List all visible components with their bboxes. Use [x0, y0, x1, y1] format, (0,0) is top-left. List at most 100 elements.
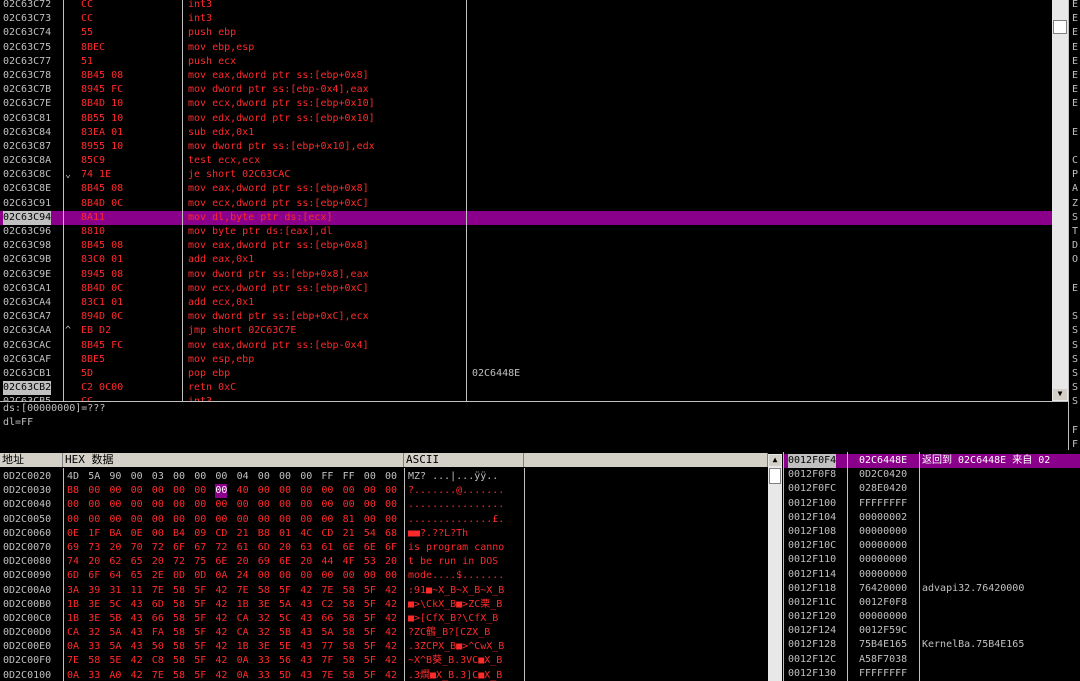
disasm-row[interactable]: 02C63C91 8B4D 0C mov ecx,dword ptr ss:[ebp…	[0, 197, 1052, 211]
hex-byte[interactable]: 00	[194, 513, 206, 527]
hex-byte[interactable]: 42	[215, 640, 227, 654]
hex-row[interactable]: 0D2C0100 0A 33 A0 42 7E 58 5F 42 0A 33 5D 43 7E 58 5F 42…	[0, 669, 524, 681]
hex-byte[interactable]: 00	[364, 498, 376, 512]
hex-byte[interactable]: 5D	[279, 669, 291, 681]
hex-byte[interactable]: 65	[131, 555, 143, 569]
hex-byte[interactable]: 3A	[67, 584, 79, 598]
hex-byte[interactable]: 00	[258, 470, 270, 484]
hex-row[interactable]: 0D2C00A0 3A 39 31 11 7E 58 5F 42 7E 58 5F 42 7E 58 5F 42…	[0, 584, 524, 598]
hex-byte[interactable]: 00	[279, 484, 291, 498]
stack-row[interactable]: 0012F104 00000002	[784, 511, 1080, 525]
hex-byte[interactable]: 00	[300, 513, 312, 527]
hex-byte[interactable]: 69	[258, 555, 270, 569]
hex-byte[interactable]: 66	[321, 612, 333, 626]
stack-row[interactable]: 0012F11C 0012F0F8	[784, 596, 1080, 610]
hex-byte[interactable]: 33	[258, 654, 270, 668]
hex-byte[interactable]: 20	[279, 541, 291, 555]
disasm-row[interactable]: 02C63CB2 C2 0C00 retn 0xC	[0, 381, 1052, 396]
hex-byte[interactable]: 00	[109, 484, 121, 498]
stack-row[interactable]: 0012F108 00000000	[784, 525, 1080, 539]
hex-byte[interactable]: 7E	[321, 669, 333, 681]
hex-byte[interactable]: 00	[152, 484, 164, 498]
hex-byte[interactable]: B8	[67, 484, 79, 498]
hex-byte[interactable]: 43	[300, 612, 312, 626]
hex-row[interactable]: 0D2C0030 B8 00 00 00 00 00 00 00 40 00 00 00 00 00 00 00…	[0, 484, 524, 499]
hex-byte[interactable]: 5A	[109, 640, 121, 654]
hex-byte[interactable]: 0A	[237, 669, 249, 681]
disasm-row[interactable]: 02C63CA1 8B4D 0C mov ecx,dword ptr ss:[ebp…	[0, 282, 1052, 296]
hex-byte[interactable]: 69	[67, 541, 79, 555]
hex-byte[interactable]: 77	[321, 640, 333, 654]
hex-scrollbar[interactable]: ▲	[768, 454, 782, 681]
stack-row[interactable]: 0012F114 00000000	[784, 568, 1080, 582]
hex-byte[interactable]: 00	[215, 498, 227, 512]
hex-byte[interactable]: 00	[279, 470, 291, 484]
hex-row[interactable]: 0D2C0020 4D 5A 90 00 03 00 00 00 04 00 00 00 FF FF 00 00…	[0, 470, 524, 484]
hex-byte[interactable]: B8	[258, 527, 270, 541]
hex-byte[interactable]: 3E	[88, 612, 100, 626]
hex-byte[interactable]: 32	[258, 626, 270, 640]
stack-pane[interactable]: 0012F0F4 02C6448E 返回到 02C6448E 来自 02 0012F0…	[783, 452, 1080, 681]
hex-byte[interactable]: 42	[215, 654, 227, 668]
hex-byte[interactable]: 81	[343, 513, 355, 527]
hex-byte[interactable]: 42	[300, 584, 312, 598]
hex-byte[interactable]: 50	[152, 640, 164, 654]
hex-byte[interactable]: 00	[67, 498, 79, 512]
disasm-row[interactable]: 02C63C72 CC int3	[0, 0, 1052, 12]
hex-row[interactable]: 0D2C0090 6D 6F 64 65 2E 0D 0D 0A 24 00 00 00 00 00 00 00…	[0, 569, 524, 583]
hex-byte[interactable]: 72	[215, 541, 227, 555]
hex-byte[interactable]: 00	[194, 470, 206, 484]
hex-byte[interactable]: 58	[343, 612, 355, 626]
hex-byte[interactable]: 00	[152, 513, 164, 527]
hex-byte[interactable]: 4C	[300, 527, 312, 541]
hex-byte[interactable]: BA	[109, 527, 121, 541]
hex-byte[interactable]: 64	[109, 569, 121, 583]
hex-byte[interactable]: 5C	[279, 612, 291, 626]
hex-byte[interactable]: 00	[194, 498, 206, 512]
hex-row[interactable]: 0D2C0080 74 20 62 65 20 72 75 6E 20 69 6E 20 44 4F 53 20…	[0, 555, 524, 569]
hex-byte[interactable]: 04	[237, 470, 249, 484]
disasm-row[interactable]: 02C63CAF 8BE5 mov esp,ebp	[0, 353, 1052, 367]
hex-byte[interactable]: 00	[279, 513, 291, 527]
hex-dump-pane[interactable]: 地址 HEX 数据 ASCII 0D2C0020 4D 5A 90 00 03 00 00 00…	[0, 452, 768, 681]
hex-byte[interactable]: 58	[343, 654, 355, 668]
hex-byte[interactable]: 00	[237, 513, 249, 527]
hex-byte[interactable]: 42	[215, 612, 227, 626]
hex-byte[interactable]: 0D	[173, 569, 185, 583]
hex-byte[interactable]: 5F	[364, 669, 376, 681]
hex-byte[interactable]: 00	[343, 484, 355, 498]
hex-byte[interactable]: 7E	[237, 584, 249, 598]
stack-row[interactable]: 0012F10C 00000000	[784, 539, 1080, 553]
hex-byte[interactable]: 58	[173, 654, 185, 668]
hex-row[interactable]: 0D2C00F0 7E 58 5E 42 C8 58 5F 42 0A 33 56 43 7F 58 5F 42…	[0, 654, 524, 668]
hex-byte[interactable]: 7E	[321, 584, 333, 598]
hex-byte[interactable]: 0E	[67, 527, 79, 541]
hex-byte[interactable]: 43	[131, 626, 143, 640]
scroll-down-icon[interactable]: ▼	[1053, 389, 1067, 400]
hex-byte[interactable]: 00	[364, 470, 376, 484]
hex-byte[interactable]: 00	[194, 484, 206, 498]
hex-byte[interactable]: 00	[173, 513, 185, 527]
hex-byte[interactable]: 2E	[152, 569, 164, 583]
hex-byte[interactable]: FA	[152, 626, 164, 640]
hex-byte[interactable]: 00	[385, 498, 397, 512]
hex-byte[interactable]: 00	[258, 513, 270, 527]
stack-row[interactable]: 0012F124 0012F59C	[784, 624, 1080, 638]
hex-byte[interactable]: 0A	[67, 669, 79, 681]
hex-byte[interactable]: 75	[194, 555, 206, 569]
hex-byte[interactable]: 0E	[131, 527, 143, 541]
hex-byte[interactable]: 5C	[109, 598, 121, 612]
hex-byte[interactable]: 00	[131, 484, 143, 498]
hex-byte[interactable]: 00	[300, 569, 312, 583]
hex-byte[interactable]: 32	[258, 612, 270, 626]
hex-byte[interactable]: 53	[364, 555, 376, 569]
hex-byte[interactable]: 6E	[343, 541, 355, 555]
hex-byte[interactable]: 00	[67, 513, 79, 527]
hex-byte[interactable]: 00	[152, 527, 164, 541]
hex-byte[interactable]: 6D	[152, 598, 164, 612]
hex-byte[interactable]: 01	[279, 527, 291, 541]
hex-byte[interactable]: 65	[131, 569, 143, 583]
hex-byte[interactable]: 00	[300, 470, 312, 484]
hex-byte[interactable]: 42	[385, 669, 397, 681]
scroll-up-icon[interactable]: ▲	[769, 455, 781, 466]
